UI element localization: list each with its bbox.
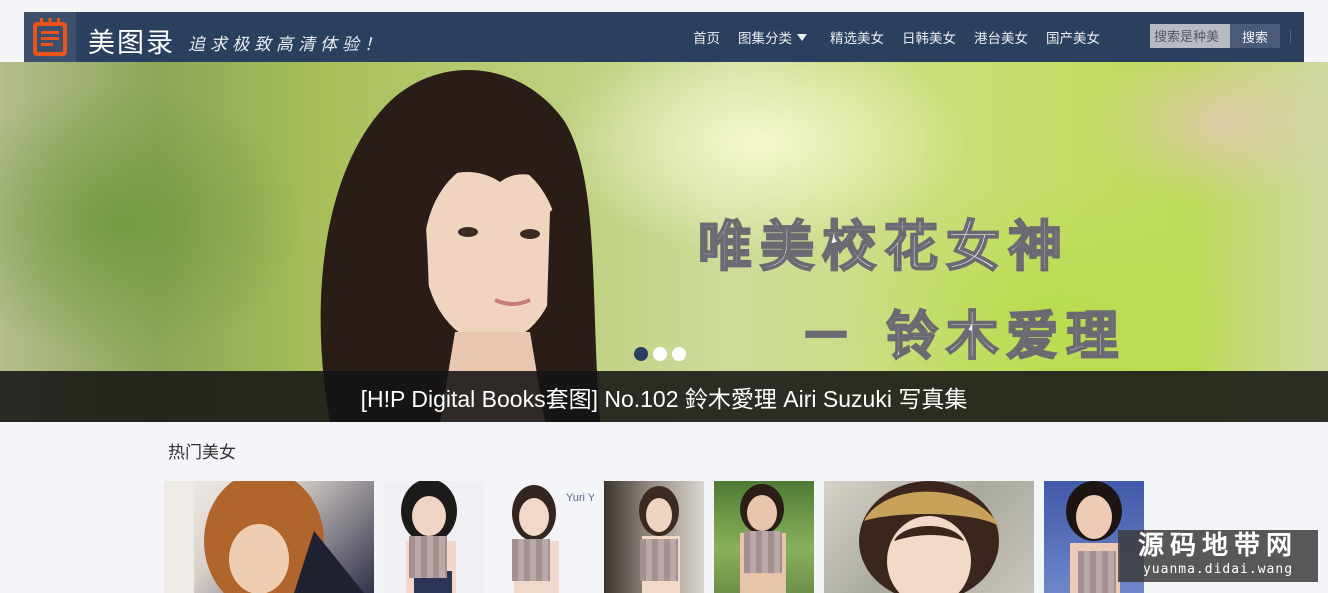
gallery-thumb[interactable]: Yuri Yam [494,481,594,593]
nav-featured-label: 精选美女 [830,31,884,46]
censor-mosaic [409,536,447,578]
nav-japan-korea-label: 日韩美女 [902,31,956,46]
slider-dot-3[interactable] [672,347,686,361]
watermark-logo: 源码地带网 [1137,531,1298,561]
thumb-6-image [859,481,999,593]
banner-caption[interactable]: [H!P Digital Books套图] No.102 鈴木愛理 Airi S… [0,371,1328,422]
nav-japan-korea[interactable]: 日韩美女 [902,27,956,47]
censor-mosaic [1078,551,1116,593]
gallery-thumb[interactable] [384,481,484,593]
search-input[interactable] [1150,24,1230,48]
navbar: 美图录 追求极致高清体验！ 首页 图集分类 精选美女 日韩美女 港台美女 国产美… [24,12,1304,62]
hero-banner[interactable]: 唯美校花女神 － 铃木爱理 [H!P Digital Books套图] No.1… [0,62,1328,422]
censor-mosaic [640,539,678,581]
top-strip [0,0,1328,12]
gallery-thumb[interactable] [164,481,374,593]
search-button[interactable]: 搜索 [1230,24,1280,48]
censor-mosaic [744,531,782,573]
gallery-thumb[interactable] [714,481,814,593]
notebook-icon [33,18,67,56]
nav-hk-taiwan[interactable]: 港台美女 [974,27,1028,47]
thumb-1-image [164,481,364,593]
nav-home[interactable]: 首页 [693,27,720,47]
nav-domestic[interactable]: 国产美女 [1046,27,1100,47]
banner-caption-text: [H!P Digital Books套图] No.102 鈴木愛理 Airi S… [360,385,968,412]
banner-overlay-subtitle: － 铃木爱理 [799,306,1127,368]
nav-home-label: 首页 [693,31,720,46]
gallery-thumb[interactable] [824,481,1034,593]
censor-mosaic [512,539,550,581]
slider-dot-1[interactable] [634,347,648,361]
caret-down-icon [797,33,807,41]
gallery-thumb[interactable] [604,481,704,593]
nav-categories-label: 图集分类 [738,31,792,46]
nav-hk-taiwan-label: 港台美女 [974,31,1028,46]
nav-featured[interactable]: 精选美女 [830,27,884,47]
nav-domestic-label: 国产美女 [1046,31,1100,46]
nav-divider [1290,30,1291,44]
slider-dots [634,347,691,361]
section-title-hot: 热门美女 [168,443,236,462]
watermark: 源码地带网 yuanma.didai.wang [1118,530,1318,582]
banner-photo [320,69,600,422]
thumb-3-text: Yuri Yam [566,492,594,504]
main-nav: 首页 图集分类 精选美女 日韩美女 港台美女 国产美女 [684,12,1109,62]
banner-overlay-title: 唯美校花女神 [697,214,1070,279]
site-slogan: 追求极致高清体验！ [188,35,386,55]
site-title[interactable]: 美图录 [88,21,175,60]
site-logo[interactable] [24,12,76,62]
slider-dot-2[interactable] [653,347,667,361]
nav-categories[interactable]: 图集分类 [738,27,807,47]
watermark-url: yuanma.didai.wang [1142,562,1294,577]
